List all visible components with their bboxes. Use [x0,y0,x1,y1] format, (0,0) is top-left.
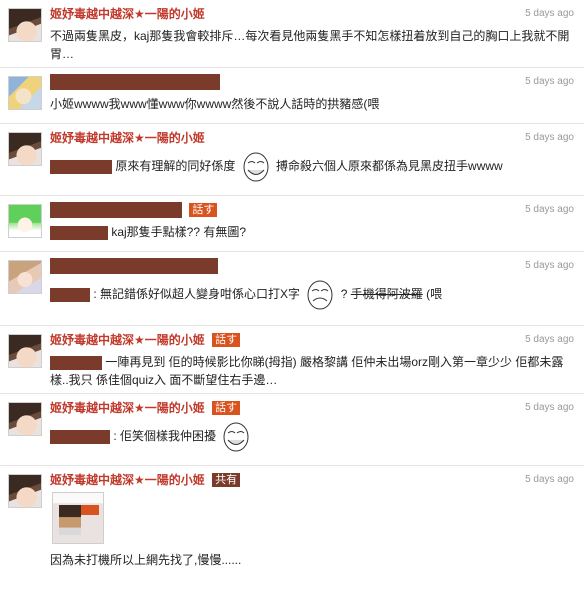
comment-text: 因為未打機所以上網先找了,慢慢...... [50,553,242,567]
comment-text: 一陣再見到 佢的時候影比你睇(拇指) 嚴格黎講 佢仲未出場orz剛入第一章少少 … [50,353,576,389]
comment-text-part: ? [340,287,351,302]
redacted-mention [50,225,108,240]
comment-text-part: 搏命殺六個人原來都係為見黑皮扭手wwww [276,159,503,174]
comment-author[interactable]: 姬妤毒越中越深★一陽的小姬 [50,472,205,488]
comment-author[interactable]: 姬妤毒越中越深★一陽的小姬 [50,6,205,22]
comment-author[interactable]: 姬妤毒越中越深★一陽的小姬 [50,400,205,416]
comment-text: : 無記錯係好似超人變身咁係心口打X字 ? 手機得阿波羅 (喂 [50,279,576,311]
comment: 姬妤毒越中越深★一陽的小姬 話す 5 days ago 一陣再見到 佢的時候影比… [0,326,584,394]
comment: 5 days ago : 無記錯係好似超人變身咁係心口打X字 ? 手機得阿波羅 … [0,252,584,326]
user-avatar-icon[interactable] [8,132,42,166]
user-avatar-icon[interactable] [8,474,42,508]
comment-timestamp: 5 days ago [525,402,574,413]
troll-face-icon [243,152,269,182]
redacted-author-bar [50,258,218,274]
comment: 姬妤毒越中越深★一陽的小姬 5 days ago 不過兩隻黑皮，kaj那隻我會較… [0,0,584,68]
troll-face-icon [223,422,249,452]
comment-text: 不過兩隻黑皮，kaj那隻我會較排斥…每次看見他兩隻黑手不知怎樣扭着放到自己的胸口… [50,29,570,61]
tag-badge: 共有 [212,473,241,487]
comment: 姬妤毒越中越深★一陽的小姬 共有 5 days ago 因為未打機所以上網先找了… [0,466,584,576]
thumbnail-logo [81,505,99,515]
redacted-author-bar [50,74,220,90]
comment-timestamp: 5 days ago [525,76,574,87]
user-avatar-icon[interactable] [8,402,42,436]
tag-badge: 話す [212,401,241,415]
comment-text-part: : 無記錯係好似超人變身咁係心口打X字 [93,287,301,302]
comment-timestamp: 5 days ago [525,334,574,345]
comment-author[interactable]: 姬妤毒越中越深★一陽的小姬 [50,130,205,146]
shared-image-thumbnail[interactable] [52,492,104,544]
redacted-author-bar [50,202,182,218]
strikethrough-text: 手機得阿波羅 [350,287,423,302]
comment-author[interactable]: 姬妤毒越中越深★一陽的小姬 [50,332,205,348]
comment-text-part: : 佢笑個樣我仲困擾 [113,429,217,444]
redacted-mention [50,355,102,370]
comment-timestamp: 5 days ago [525,8,574,19]
comment-timestamp: 5 days ago [525,474,574,485]
comment-text: kaj那隻手點樣?? 有無圖? [50,223,576,241]
comment: 5 days ago 小姬wwww我www懂www你wwww然後不說人話時的拱豬… [0,68,584,124]
comment: 姬妤毒越中越深★一陽的小姬 5 days ago 原來有理解的同好係度 搏命殺六… [0,124,584,196]
comment-timestamp: 5 days ago [525,260,574,271]
comment-timestamp: 5 days ago [525,204,574,215]
comment-text-part: (喂 [426,287,443,302]
comment-feed: 姬妤毒越中越深★一陽的小姬 5 days ago 不過兩隻黑皮，kaj那隻我會較… [0,0,584,576]
comment-timestamp: 5 days ago [525,132,574,143]
user-avatar-icon[interactable] [8,334,42,368]
comment: 話す 5 days ago kaj那隻手點樣?? 有無圖? [0,196,584,252]
thumbnail-character [59,505,81,535]
comment: 姬妤毒越中越深★一陽的小姬 話す 5 days ago : 佢笑個樣我仲困擾 [0,394,584,466]
user-avatar-icon[interactable] [8,8,42,42]
tag-badge: 話す [212,333,241,347]
comment-text: 小姬wwww我www懂www你wwww然後不說人話時的拱豬感(喂 [50,97,380,111]
user-avatar-icon[interactable] [8,76,42,110]
tag-badge: 話す [189,203,218,217]
comment-text-part: 原來有理解的同好係度 [115,159,236,174]
redacted-mention [50,430,110,444]
redacted-mention [50,160,112,174]
troll-face-icon [307,280,333,310]
user-avatar-icon[interactable] [8,204,42,238]
user-avatar-icon[interactable] [8,260,42,294]
comment-text: 原來有理解的同好係度 搏命殺六個人原來都係為見黑皮扭手wwww [50,151,576,183]
comment-text-part: 一陣再見到 佢的時候影比你睇(拇指) 嚴格黎講 佢仲未出場orz剛入第一章少少 … [50,355,564,387]
redacted-mention [50,288,90,302]
comment-text-part: kaj那隻手點樣?? 有無圖? [111,225,247,239]
comment-text: : 佢笑個樣我仲困擾 [50,421,576,453]
